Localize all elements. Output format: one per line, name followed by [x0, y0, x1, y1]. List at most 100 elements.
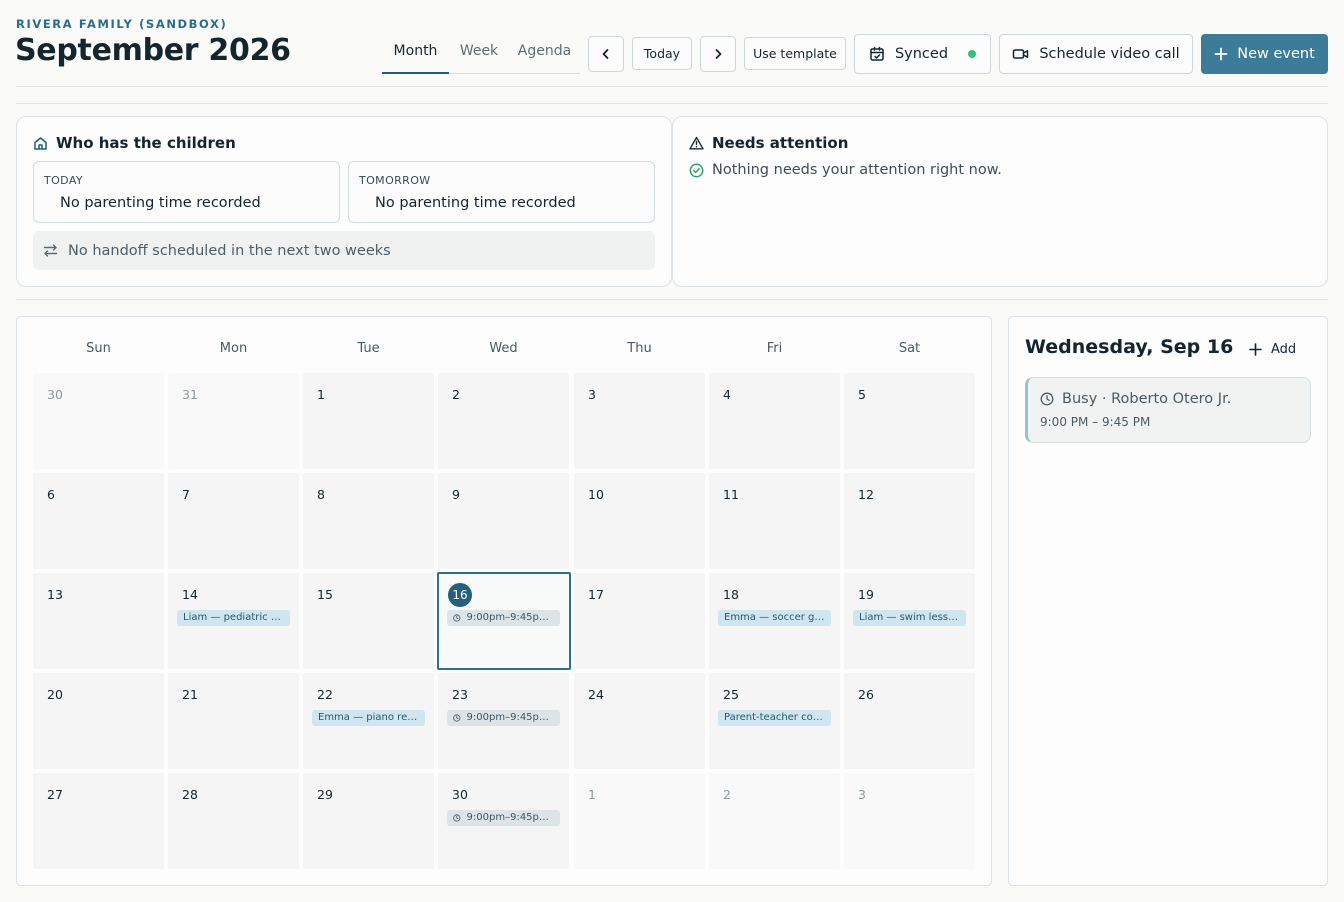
calendar-day-cell[interactable]: 18 Emma — soccer game: [709, 573, 840, 669]
calendar-day-cell[interactable]: 31: [168, 373, 299, 469]
calendar-day-cell[interactable]: 7: [168, 473, 299, 569]
event-title-row: Busy · Roberto Otero Jr.: [1040, 391, 1231, 407]
event-title: Busy · Roberto Otero Jr.: [1062, 391, 1232, 407]
clock-icon: [1040, 392, 1054, 406]
calendar-day-cell[interactable]: 11: [709, 473, 840, 569]
add-event-button[interactable]: Add: [1249, 338, 1296, 360]
busy-chip[interactable]: 9:00pm–9:45pm · Busy: [447, 710, 560, 726]
tomorrow-value: No parenting time recorded: [375, 195, 576, 211]
video-call-label: Schedule video call: [1039, 46, 1180, 62]
calendar-day-cell[interactable]: 30: [33, 373, 164, 469]
busy-chip-text: 9:00pm–9:45pm · Busy: [466, 712, 554, 723]
handoff-notice: No handoff scheduled in the next two wee…: [33, 231, 655, 270]
calendar-day-cell[interactable]: 25 Parent-teacher conference: [709, 673, 840, 769]
section-divider-bottom: [16, 299, 1328, 300]
day-number: 29: [317, 787, 333, 802]
event-chip[interactable]: Liam — swim lesson: [853, 610, 966, 626]
calendar-day-cell[interactable]: 5: [844, 373, 975, 469]
calendar-day-cell[interactable]: 26: [844, 673, 975, 769]
event-time: 9:00 PM – 9:45 PM: [1040, 415, 1151, 429]
calendar-day-cell[interactable]: 3: [574, 373, 705, 469]
swap-arrows-icon: [43, 244, 58, 257]
day-number: 21: [182, 687, 198, 702]
sync-button[interactable]: Synced: [854, 34, 991, 74]
custody-card-title: Who has the children: [33, 134, 236, 152]
tab-week[interactable]: Week: [449, 34, 509, 74]
next-month-button[interactable]: [700, 36, 736, 72]
calendar-day-cell[interactable]: 1: [303, 373, 434, 469]
calendar-day-cell[interactable]: 27: [33, 773, 164, 869]
calendar-day-cell[interactable]: 21: [168, 673, 299, 769]
weekday-thu: Thu: [627, 341, 652, 356]
calendar-day-cell[interactable]: 15: [303, 573, 434, 669]
day-number: 4: [723, 387, 731, 402]
day-number: 11: [723, 487, 739, 502]
calendar-day-cell[interactable]: 28: [168, 773, 299, 869]
calendar-day-cell[interactable]: 16 9:00pm–9:45pm · Busy: [437, 572, 571, 670]
calendar-day-cell[interactable]: 23 9:00pm–9:45pm · Busy: [438, 673, 569, 769]
calendar-day-cell[interactable]: 4: [709, 373, 840, 469]
calendar-day-cell[interactable]: 17: [574, 573, 705, 669]
use-template-button[interactable]: Use template: [744, 37, 846, 70]
calendar-day-cell[interactable]: 19 Liam — swim lesson: [844, 573, 975, 669]
clock-icon: [453, 614, 461, 622]
calendar-day-cell[interactable]: 3: [844, 773, 975, 869]
weekday-sat: Sat: [898, 341, 921, 356]
tab-agenda[interactable]: Agenda: [509, 34, 580, 74]
day-number: 30: [47, 387, 63, 402]
calendar-day-cell[interactable]: 13: [33, 573, 164, 669]
day-number: 10: [588, 487, 604, 502]
calendar-day-cell[interactable]: 24: [574, 673, 705, 769]
home-icon: [34, 136, 47, 150]
busy-chip-text: 9:00pm–9:45pm · Busy: [466, 812, 554, 823]
calendar-day-cell[interactable]: 22 Emma — piano recital: [303, 673, 434, 769]
day-number: 1: [588, 787, 596, 802]
prev-month-button[interactable]: [588, 36, 624, 72]
day-number: 1: [317, 387, 325, 402]
header-divider: [16, 86, 1328, 87]
new-event-button[interactable]: New event: [1201, 34, 1328, 74]
schedule-video-call-button[interactable]: Schedule video call: [999, 34, 1193, 74]
tab-month[interactable]: Month: [382, 34, 449, 74]
clock-icon: [453, 814, 461, 822]
event-chip[interactable]: Liam — pediatric checkup: [177, 610, 290, 626]
calendar-day-cell[interactable]: 2: [438, 373, 569, 469]
calendar-day-cell[interactable]: 2: [709, 773, 840, 869]
custody-title-text: Who has the children: [56, 134, 236, 152]
page-title: September 2026: [15, 33, 291, 68]
day-number: 2: [452, 387, 460, 402]
calendar-day-cell[interactable]: 29: [303, 773, 434, 869]
calendar-day-cell[interactable]: 10: [574, 473, 705, 569]
check-circle-icon: [689, 163, 704, 177]
calendar-day-cell[interactable]: 14 Liam — pediatric checkup: [168, 573, 299, 669]
sync-label: Synced: [894, 46, 949, 62]
family-label: RIVERA FAMILY (SANDBOX): [16, 17, 228, 31]
calendar-day-cell[interactable]: 12: [844, 473, 975, 569]
selected-day-title: Wednesday, Sep 16: [1025, 336, 1234, 358]
calendar-day-cell[interactable]: 1: [574, 773, 705, 869]
day-number: 2: [723, 787, 731, 802]
add-label: Add: [1271, 341, 1297, 357]
day-number: 3: [588, 387, 596, 402]
event-chip[interactable]: Emma — soccer game: [718, 610, 831, 626]
calendar-day-cell[interactable]: 20: [33, 673, 164, 769]
event-chip[interactable]: Emma — piano recital: [312, 710, 425, 726]
calendar-day-cell[interactable]: 9: [438, 473, 569, 569]
calendar-day-cell[interactable]: 30 9:00pm–9:45pm · Busy: [438, 773, 569, 869]
plus-icon: [1214, 47, 1228, 61]
today-button[interactable]: Today: [632, 37, 692, 70]
event-chip[interactable]: Parent-teacher conference: [718, 710, 831, 726]
calendar-day-cell[interactable]: 8: [303, 473, 434, 569]
weekday-tue: Tue: [357, 341, 380, 356]
day-number: 31: [182, 387, 198, 402]
today-custody-box: TODAY No parenting time recorded: [33, 161, 340, 223]
today-label: TODAY: [44, 174, 84, 187]
today-value: No parenting time recorded: [60, 195, 261, 211]
day-event-card[interactable]: Busy · Roberto Otero Jr. 9:00 PM – 9:45 …: [1025, 377, 1311, 443]
handoff-text: No handoff scheduled in the next two wee…: [68, 242, 391, 259]
busy-chip[interactable]: 9:00pm–9:45pm · Busy: [447, 810, 560, 826]
busy-chip[interactable]: 9:00pm–9:45pm · Busy: [447, 610, 560, 626]
sync-status-dot: [968, 50, 977, 58]
calendar-day-cell[interactable]: 6: [33, 473, 164, 569]
weekday-fri: Fri: [766, 341, 783, 356]
